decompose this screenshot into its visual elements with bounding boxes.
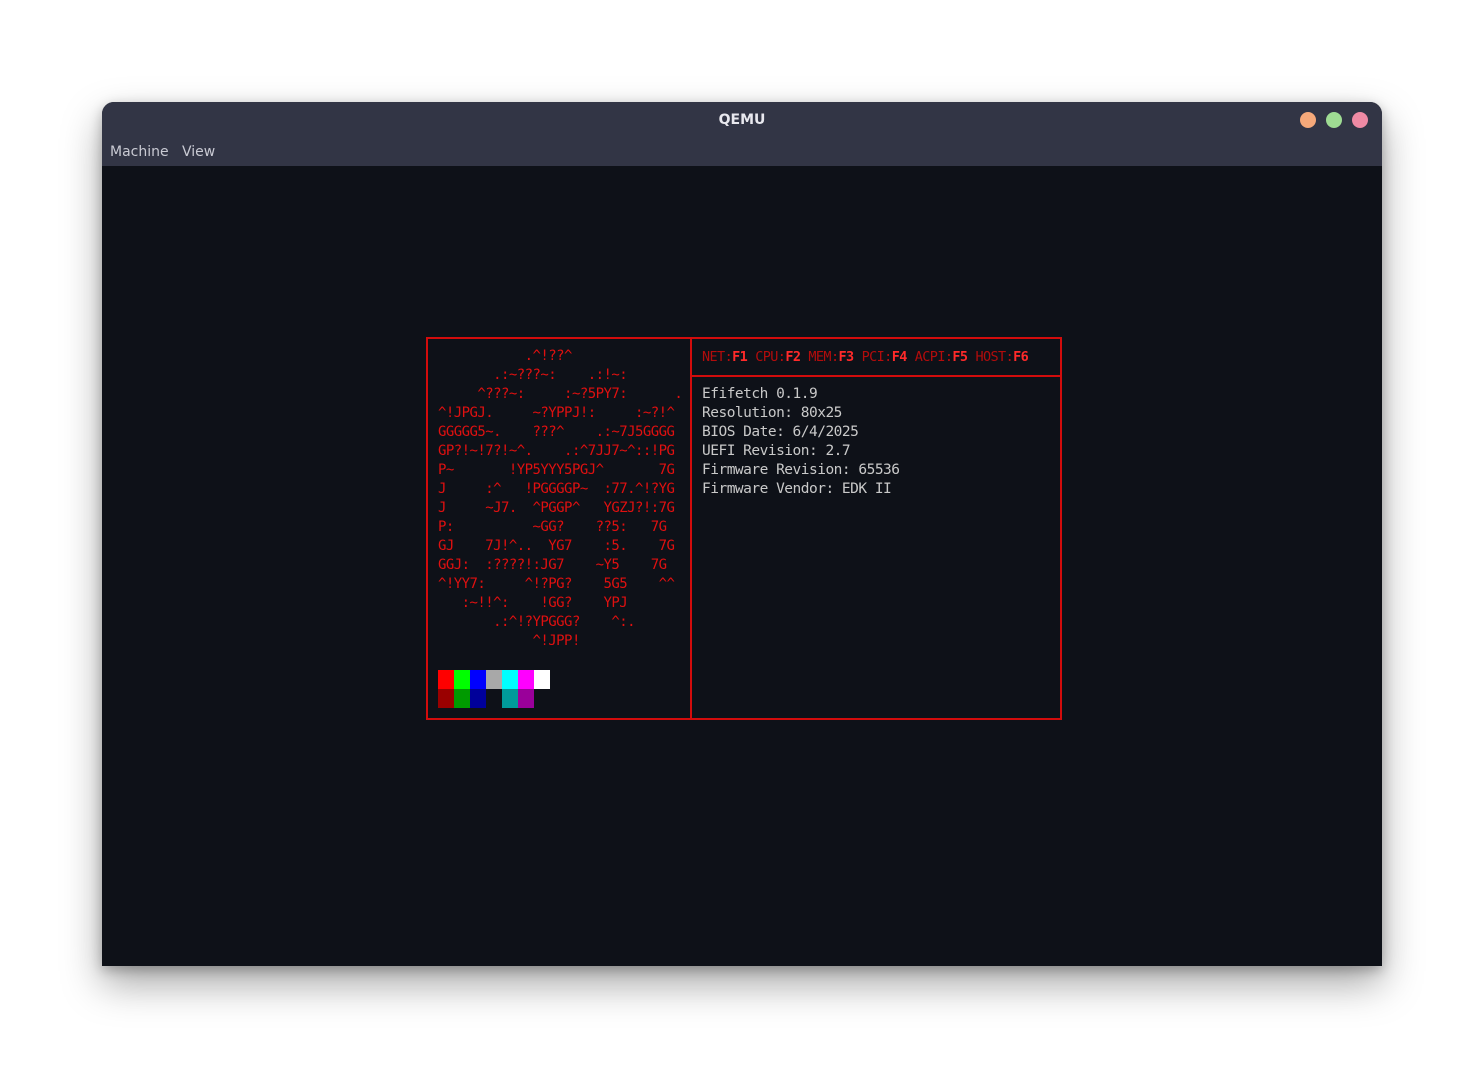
function-key-code: F4 [891,349,908,365]
function-key-code: F1 [732,349,748,365]
logo-line: ^???~: :~?5PY7: . [438,386,683,402]
efifetch-frame: .^!??^ .:~???~: .:!~: ^???~: :~?5PY7: . ^… [426,337,1062,720]
function-key-label: PCI [861,349,885,365]
maximize-button[interactable] [1326,112,1342,128]
function-key-code: F2 [785,349,801,365]
color-swatch-dark [454,689,470,708]
function-key-bar: NET:F1 CPU:F2 MEM:F3 PCI:F4 ACPI:F5 HOST:F6 [702,347,1029,367]
logo-line: .:^!?YPGGG? ^:. [438,614,635,630]
function-key-f6[interactable]: HOST:F6 [975,349,1028,365]
color-swatch-bright [502,670,518,689]
logo-line: P: ~GG? ??5: 7G [438,519,667,535]
vertical-divider [690,339,692,718]
color-palette [438,670,550,708]
function-key-f4[interactable]: PCI:F4 [861,349,908,365]
info-line: Efifetch 0.1.9 [702,386,818,402]
logo-line: :~!!^: !GG? YPJ [438,595,628,611]
logo-line: GGGGG5~. ???^ .:~7J5GGGG [438,424,675,440]
logo-line: ^!JPGJ. ~?YPPJ!: :~?!^ [438,405,675,421]
system-info: Efifetch 0.1.9 Resolution: 80x25 BIOS Date… [702,385,900,499]
logo-line: GGJ: :????!:JG7 ~Y5 7G [438,557,667,573]
color-swatch-bright [438,670,454,689]
logo-line: ^!JPP! [438,633,581,649]
color-swatch-dark [438,689,454,708]
function-key-label: ACPI [914,349,946,365]
close-button[interactable] [1352,112,1368,128]
function-key-separator: : [1005,349,1014,365]
qemu-window: QEMU Machine View .^!??^ .:~???~: .:!~: … [102,102,1382,966]
color-swatch-dark [502,689,518,708]
logo-line: GJ 7J!^.. YG7 :5. 7G [438,538,675,554]
function-key-label: HOST [975,349,1006,365]
color-swatch-bright [518,670,534,689]
color-swatch-dark [518,689,534,708]
function-key-label: NET [702,349,725,365]
menu-machine[interactable]: Machine [110,138,169,166]
logo-line: .^!??^ [438,348,573,364]
horizontal-divider [692,375,1060,377]
logo-line: P~ !YP5YYY5PGJ^ 7G [438,462,675,478]
function-key-separator: : [884,349,892,365]
function-key-f5[interactable]: ACPI:F5 [915,349,968,365]
info-line: Firmware Vendor: EDK II [702,481,892,497]
logo-line: .:~???~: .:!~: [438,367,628,383]
function-key-f3[interactable]: MEM:F3 [808,349,855,365]
info-line: UEFI Revision: 2.7 [702,443,851,459]
minimize-button[interactable] [1300,112,1316,128]
menu-view[interactable]: View [182,138,215,166]
menu-bar: Machine View [102,138,1382,166]
window-title: QEMU [718,112,766,128]
color-swatch-dark [470,689,486,708]
vm-display[interactable]: .^!??^ .:~???~: .:!~: ^???~: :~?5PY7: . ^… [102,166,1382,966]
function-key-label: CPU [755,349,778,365]
function-key-f2[interactable]: CPU:F2 [755,349,801,365]
color-swatch-bright [470,670,486,689]
function-key-code: F6 [1013,349,1029,365]
function-key-separator: : [830,349,839,365]
info-line: Firmware Revision: 65536 [702,462,900,478]
color-swatch-bright [454,670,470,689]
function-key-code: F3 [838,349,855,365]
logo-line: J ~J7. ^PGGP^ YGZJ?!:7G [438,500,675,516]
title-bar[interactable]: QEMU [102,102,1382,138]
function-key-separator: : [724,349,733,365]
info-line: Resolution: 80x25 [702,405,842,421]
logo-line: J :^ !PGGGGP~ :77.^!?YG [438,481,675,497]
logo-line: GP?!~!7?!~^. .:^7JJ7~^::!PG [438,443,675,459]
info-line: BIOS Date: 6/4/2025 [702,424,859,440]
function-key-label: MEM [808,349,831,365]
function-key-code: F5 [952,349,968,365]
logo-line: ^!YY7: ^!?PG? 5G5 ^^ [438,576,675,592]
color-swatch-dark [534,689,550,708]
function-key-f1[interactable]: NET:F1 [702,349,748,365]
color-swatch-dark [486,689,502,708]
color-swatch-bright [534,670,550,689]
color-swatch-bright [486,670,502,689]
ascii-logo: .^!??^ .:~???~: .:!~: ^???~: :~?5PY7: . ^… [438,347,683,651]
